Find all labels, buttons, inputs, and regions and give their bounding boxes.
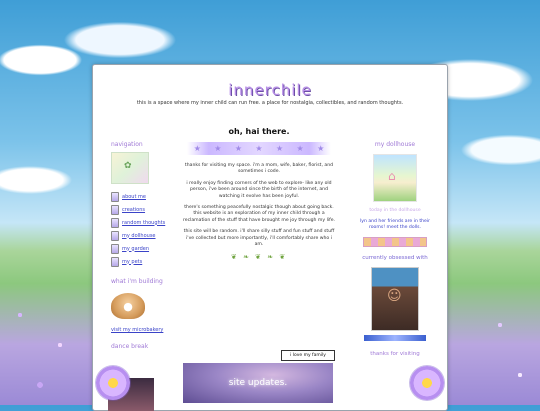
nav-item-random-thoughts[interactable]: random thoughts [111,216,171,229]
star-icon: ★ [234,144,242,153]
intro-paragraph: this site will be random. i'll share sil… [183,229,335,248]
intro-paragraph: thanks for visiting my space. i'm a mom,… [184,163,334,175]
navigation-heading: navigation [111,141,143,148]
microbakery-link[interactable]: visit my microbakery [111,327,171,333]
person-icon: ☺ [387,288,402,305]
blue-blinkie [364,335,426,342]
dollhouse-image[interactable]: ⌂ [373,154,417,202]
today-description[interactable]: lyn and her friends are in their rooms! … [355,219,435,231]
dollhouse-heading: my dollhouse [374,141,416,148]
star-icon: ★ [193,144,201,153]
jar-icon [111,191,119,202]
vine-divider: ❦ ❧ ❦ ❧ ❦ [230,253,288,262]
intro-paragraph: there's something peacefully nostalgic t… [182,205,336,223]
intro-paragraph: i really enjoy finding corners of the we… [186,180,332,199]
bread-image: ● [111,293,145,319]
main-panel: innerchile this is a space where my inne… [92,64,448,411]
star-icon: ★ [255,144,263,153]
site-updates-label: site updates. [228,378,288,388]
left-sidebar: navigation ✿ about me creations random t… [111,141,171,354]
star-banner: ★ ★ ★ ★ ★ ★ ★ [187,142,331,155]
obsessed-heading: currently obsessed with [362,255,428,262]
star-icon: ★ [317,144,325,153]
nav-item-my-pets[interactable]: my pets [111,255,171,268]
building-heading: what i'm building [111,278,163,285]
greeting-heading: oh, hai there. [228,127,290,136]
jar-icon [111,217,119,228]
right-sidebar: my dollhouse ⌂ today in the dollhouse ly… [355,141,435,357]
garden-icon: ✿ [124,161,132,171]
nav-link-label[interactable]: about me [122,194,146,200]
nav-link-label[interactable]: creations [122,207,145,213]
dance-break-heading: dance break [111,343,149,350]
nav-link-label[interactable]: random thoughts [122,220,165,226]
rainbow-icon: ⌂ [388,169,396,183]
star-icon: ★ [214,144,222,153]
nav-item-creations[interactable]: creations [111,203,171,216]
site-title: innerchile [228,81,312,99]
daisy-icon [410,366,444,400]
navigation-list: about me creations random thoughts my do… [111,190,171,268]
love-family-button[interactable]: i love my family [281,350,335,361]
nav-item-my-dollhouse[interactable]: my dollhouse [111,229,171,242]
nav-item-about-me[interactable]: about me [111,190,171,203]
site-updates-banner[interactable]: site updates. [183,363,333,403]
site-tagline: this is a space where my inner child can… [136,100,404,106]
star-icon: ★ [275,144,284,153]
main-content: oh, hai there. ★ ★ ★ ★ ★ ★ ★ thanks for … [181,127,337,261]
star-icon: ★ [296,144,304,153]
today-label: today in the dollhouse [369,208,421,213]
jar-icon [111,230,119,241]
nav-link-label[interactable]: my dollhouse [122,233,156,239]
nav-link-label[interactable]: my pets [122,259,142,265]
nav-link-label[interactable]: my garden [122,246,149,252]
jar-icon [111,204,119,215]
thanks-heading: thanks for visiting [370,351,420,358]
jar-icon [111,256,119,267]
daisy-icon [96,366,130,400]
bread-icon: ● [123,299,133,313]
jar-icon [111,243,119,254]
obsession-photo: ☺ [371,267,419,332]
navigation-image: ✿ [111,152,149,184]
blinkie-strip [363,237,427,248]
nav-item-my-garden[interactable]: my garden [111,242,171,255]
